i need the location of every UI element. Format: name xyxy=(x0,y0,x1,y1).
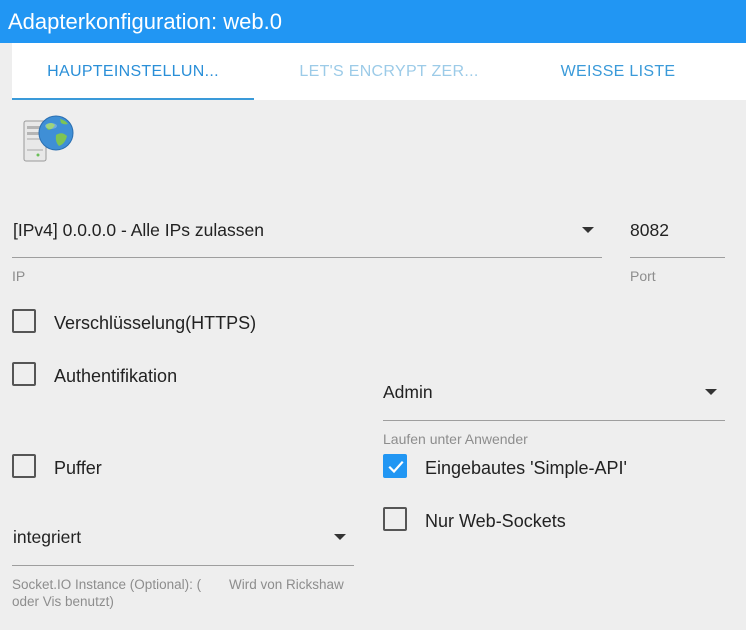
websockets-only-checkbox[interactable] xyxy=(383,507,407,531)
simple-api-label: Eingebautes 'Simple-API' xyxy=(425,458,627,478)
checkmark-icon xyxy=(388,460,404,474)
socketio-caption-line2: oder Vis benutzt) xyxy=(12,594,114,609)
auth-label: Authentifikation xyxy=(54,366,178,386)
auth-checkbox[interactable] xyxy=(12,362,36,386)
run-as-dropdown-arrow-icon[interactable] xyxy=(705,389,717,395)
tab-letsencrypt[interactable]: LET'S ENCRYPT ZER... xyxy=(254,43,524,100)
cache-checkbox[interactable] xyxy=(12,454,36,478)
simple-api-checkbox[interactable] xyxy=(383,454,407,478)
run-as-select[interactable]: Admin xyxy=(383,382,433,403)
run-as-caption: Laufen unter Anwender xyxy=(383,431,528,447)
window-title: Adapterkonfiguration: web.0 xyxy=(0,0,746,43)
socketio-underline xyxy=(12,565,354,566)
ip-select[interactable]: [IPv4] 0.0.0.0 - Alle IPs zulassen xyxy=(13,220,264,241)
ip-dropdown-arrow-icon[interactable] xyxy=(582,227,594,233)
websockets-only-label: Nur Web-Sockets xyxy=(425,511,566,531)
tab-bar: HAUPTEINSTELLUN... LET'S ENCRYPT ZER... … xyxy=(12,43,746,100)
server-globe-icon xyxy=(20,113,80,165)
port-input[interactable]: 8082 xyxy=(630,220,669,241)
tab-main-settings[interactable]: HAUPTEINSTELLUN... xyxy=(12,43,254,100)
socketio-caption-line1: Socket.IO Instance (Optional): ( xyxy=(12,577,202,592)
port-caption: Port xyxy=(630,268,656,284)
cache-label: Puffer xyxy=(54,458,102,478)
run-as-underline xyxy=(383,420,725,421)
tab-whitelist[interactable]: WEISSE LISTE xyxy=(524,43,712,100)
https-checkbox[interactable] xyxy=(12,309,36,333)
socketio-select[interactable]: integriert xyxy=(13,527,81,548)
ip-underline xyxy=(12,257,602,258)
https-label: Verschlüsselung(HTTPS) xyxy=(54,313,257,333)
active-tab-indicator xyxy=(12,98,254,100)
socketio-caption-extra: Wird von Rickshaw xyxy=(229,577,344,592)
port-underline xyxy=(630,257,725,258)
socketio-dropdown-arrow-icon[interactable] xyxy=(334,534,346,540)
ip-caption: IP xyxy=(12,268,26,284)
